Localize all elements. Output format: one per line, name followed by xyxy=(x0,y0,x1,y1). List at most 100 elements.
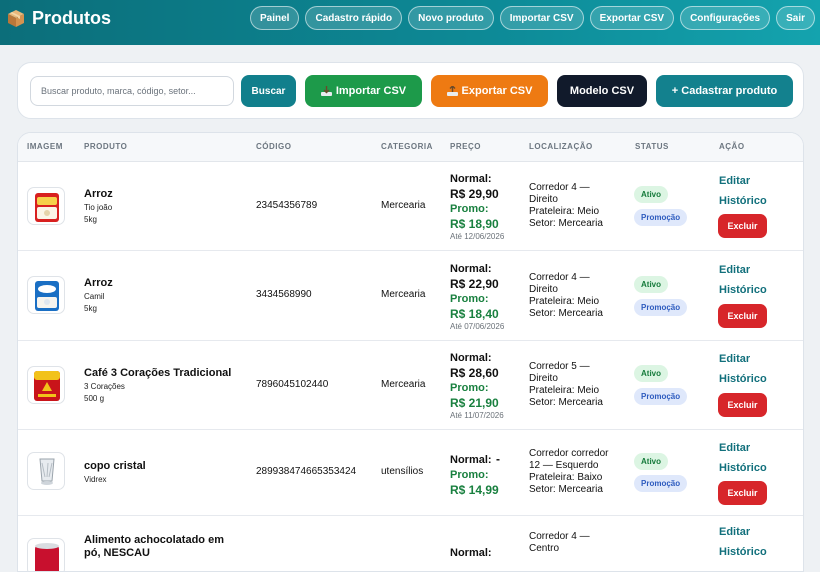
normal-price-label: Normal: xyxy=(450,454,492,466)
product-size: 500 g xyxy=(84,394,105,403)
product-brand: 3 Corações xyxy=(84,382,125,391)
top-bar: Produtos Painel Cadastro rápido Novo pro… xyxy=(0,0,820,45)
product-location: Corredor 5 — Direito Prateleira: Meio Se… xyxy=(529,361,624,409)
product-price: Normal: R$ 29,90 Promo: R$ 18,90 Até 12/… xyxy=(450,172,525,242)
normal-price: R$ 22,90 xyxy=(450,277,499,291)
nav-exportar-csv[interactable]: Exportar CSV xyxy=(589,6,675,30)
status-badge-active: Ativo xyxy=(634,365,668,382)
product-location: Corredor 4 — Direito Prateleira: Meio Se… xyxy=(529,182,624,230)
product-name: Arroz xyxy=(84,277,113,289)
table-row: Alimento achocolatado em pó, NESCAU Norm… xyxy=(18,516,803,571)
nav-novo-produto[interactable]: Novo produto xyxy=(408,6,494,30)
product-price: Normal: - Promo: R$ 14,99 xyxy=(450,450,525,498)
location-line: Prateleira: Meio xyxy=(529,206,600,217)
delete-button[interactable]: Excluir xyxy=(718,481,767,505)
product-name: Alimento achocolatado em pó, NESCAU xyxy=(84,534,224,559)
edit-link[interactable]: Editar xyxy=(719,353,750,365)
delete-button[interactable]: Excluir xyxy=(718,214,767,238)
product-location: Corredor 4 — Direito Prateleira: Meio Se… xyxy=(529,272,624,320)
add-product-button[interactable]: + Cadastrar produto xyxy=(656,75,793,107)
col-categoria: CATEGORIA xyxy=(381,142,433,151)
page-title: Produtos xyxy=(32,7,111,28)
location-line: Setor: Mercearia xyxy=(529,308,603,319)
promo-price: R$ 18,40 xyxy=(450,307,499,321)
location-line: 12 — Esquerdo xyxy=(529,460,599,471)
products-table: IMAGEM PRODUTO CÓDIGO CATEGORIA PREÇO LO… xyxy=(17,132,804,572)
nav-painel[interactable]: Painel xyxy=(250,6,300,30)
history-link[interactable]: Histórico xyxy=(719,462,767,474)
status-badge-active: Ativo xyxy=(634,276,668,293)
history-link[interactable]: Histórico xyxy=(719,284,767,296)
status-badge-active: Ativo xyxy=(634,453,668,470)
location-line: Setor: Mercearia xyxy=(529,218,603,229)
product-brand: Tio joão xyxy=(84,203,113,212)
rice-package-icon xyxy=(27,276,65,314)
product-code: 289938474665353424 xyxy=(256,466,357,477)
glass-cup-icon xyxy=(27,452,65,490)
history-link[interactable]: Histórico xyxy=(719,373,767,385)
nav-importar-csv[interactable]: Importar CSV xyxy=(499,6,584,30)
product-price: Normal: R$ 22,90 Promo: R$ 18,40 Até 07/… xyxy=(450,262,525,332)
product-code: 7896045102440 xyxy=(256,379,329,390)
upload-tray-icon xyxy=(446,86,458,96)
normal-price-label: Normal: xyxy=(450,263,492,275)
delete-button[interactable]: Excluir xyxy=(718,304,767,328)
product-code: 3434568990 xyxy=(256,289,312,300)
location-line: Prateleira: Baixo xyxy=(529,472,603,483)
col-codigo: CÓDIGO xyxy=(256,142,292,151)
search-button[interactable]: Buscar xyxy=(241,75,296,107)
promo-until: Até 11/07/2026 xyxy=(450,411,504,420)
brand: Produtos xyxy=(6,7,111,29)
nav-configuracoes[interactable]: Configurações xyxy=(680,6,771,30)
edit-link[interactable]: Editar xyxy=(719,442,750,454)
edit-link[interactable]: Editar xyxy=(719,526,750,538)
normal-price: R$ 28,60 xyxy=(450,366,499,380)
location-line: Setor: Mercearia xyxy=(529,484,603,495)
status-badge-promotion: Promoção xyxy=(634,388,688,405)
search-input[interactable] xyxy=(30,76,234,106)
product-category: utensílios xyxy=(381,466,424,477)
location-line: Prateleira: Meio xyxy=(529,296,600,307)
col-status: STATUS xyxy=(635,142,669,151)
toolbar: Buscar Importar CSV Exportar CSV Modelo … xyxy=(17,62,804,119)
import-csv-label: Importar CSV xyxy=(335,85,407,97)
normal-price-label: Normal: xyxy=(450,547,492,559)
download-tray-icon xyxy=(320,86,332,96)
model-csv-button[interactable]: Modelo CSV xyxy=(557,75,647,107)
location-line: Corredor 5 — xyxy=(529,361,590,372)
edit-link[interactable]: Editar xyxy=(719,264,750,276)
import-csv-button[interactable]: Importar CSV xyxy=(305,75,422,107)
col-imagem: IMAGEM xyxy=(27,142,63,151)
normal-price-label: Normal: xyxy=(450,173,492,185)
history-link[interactable]: Histórico xyxy=(719,546,767,558)
top-nav: Painel Cadastro rápido Novo produto Impo… xyxy=(250,6,815,30)
status-badge-promotion: Promoção xyxy=(634,209,688,226)
location-line: Centro xyxy=(529,543,560,554)
product-category: Mercearia xyxy=(381,200,426,211)
promo-price: R$ 14,99 xyxy=(450,483,499,497)
history-link[interactable]: Histórico xyxy=(719,195,767,207)
table-row: Arroz Camil 5kg 3434568990 Mercearia Nor… xyxy=(18,251,803,341)
col-produto: PRODUTO xyxy=(84,142,128,151)
edit-link[interactable]: Editar xyxy=(719,175,750,187)
location-line: Direito xyxy=(529,373,558,384)
rice-package-icon xyxy=(27,187,65,225)
product-price: Normal: R$ 28,60 Promo: R$ 21,90 Até 11/… xyxy=(450,351,525,421)
export-csv-button[interactable]: Exportar CSV xyxy=(431,75,548,107)
product-brand: Vidrex xyxy=(84,475,107,484)
location-line: Corredor corredor xyxy=(529,448,609,459)
product-category: Mercearia xyxy=(381,379,426,390)
nav-sair[interactable]: Sair xyxy=(776,6,815,30)
promo-price-label: Promo: xyxy=(450,382,489,394)
product-location: Corredor corredor 12 — Esquerdo Pratelei… xyxy=(529,448,625,496)
product-size: 5kg xyxy=(84,304,97,313)
status-badge-active: Ativo xyxy=(634,186,668,203)
nav-cadastro-rapido[interactable]: Cadastro rápido xyxy=(305,6,403,30)
table-row: Café 3 Corações Tradicional 3 Corações 5… xyxy=(18,341,803,430)
delete-button[interactable]: Excluir xyxy=(718,393,767,417)
table-header: IMAGEM PRODUTO CÓDIGO CATEGORIA PREÇO LO… xyxy=(18,133,803,162)
normal-price: - xyxy=(496,452,501,466)
chocolate-drink-can-icon xyxy=(27,538,65,571)
product-brand: Camil xyxy=(84,292,105,301)
product-location: Corredor 4 — Centro xyxy=(529,531,624,555)
